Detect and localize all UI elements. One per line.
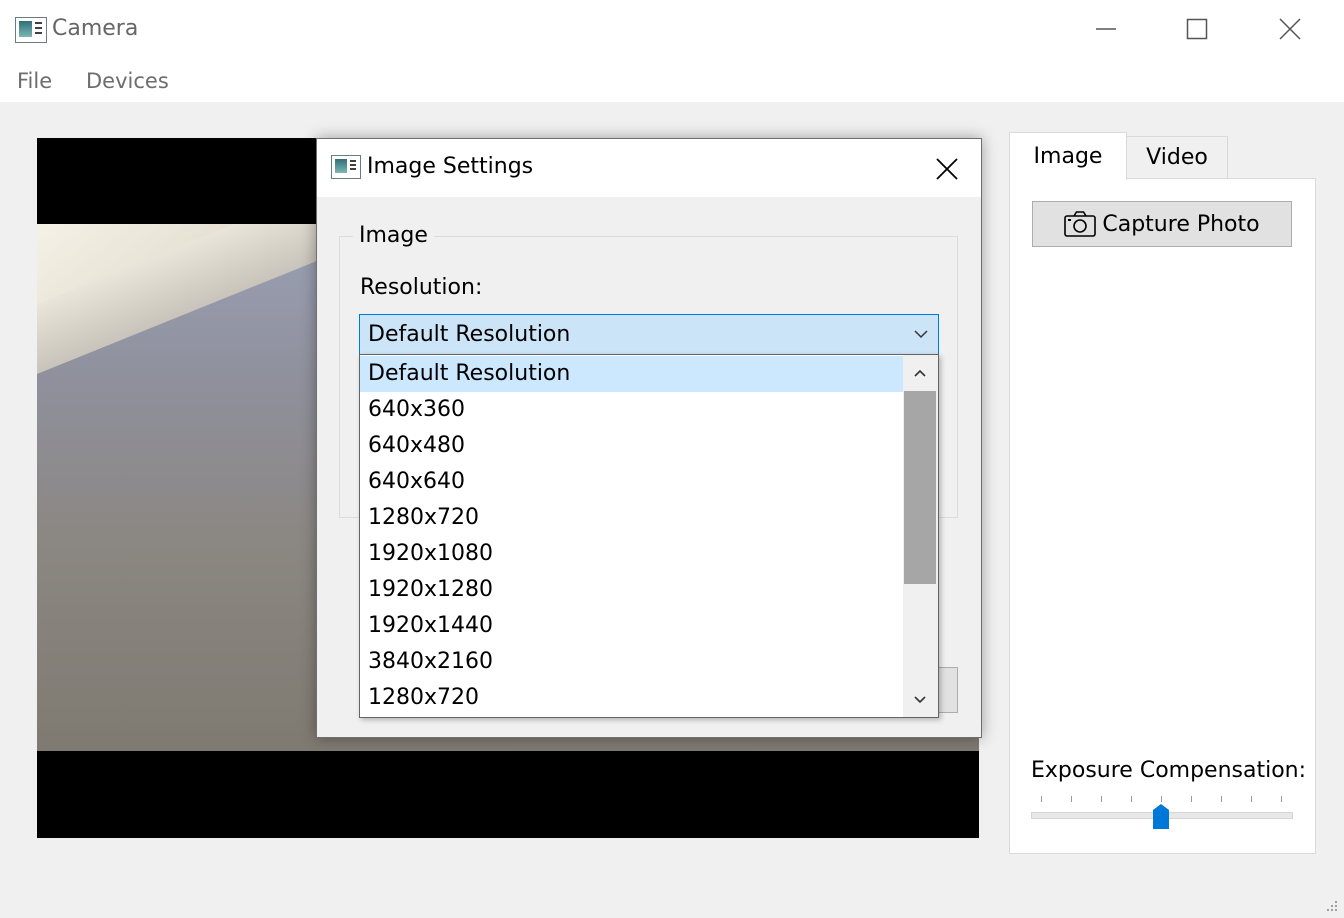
image-group-title: Image bbox=[353, 223, 434, 248]
resolution-option[interactable]: 640x480 bbox=[360, 428, 903, 464]
slider-tick bbox=[1071, 796, 1072, 802]
exposure-slider-thumb[interactable] bbox=[1153, 804, 1169, 829]
slider-tick bbox=[1041, 796, 1042, 802]
tab-video[interactable]: Video bbox=[1126, 136, 1228, 179]
close-icon bbox=[936, 158, 958, 180]
scrollbar-thumb[interactable] bbox=[904, 391, 936, 584]
resolution-current-value: Default Resolution bbox=[368, 322, 571, 347]
slider-tick bbox=[1221, 796, 1222, 802]
camera-app-icon bbox=[15, 17, 47, 43]
resolution-option[interactable]: 1920x1280 bbox=[360, 572, 903, 608]
resolution-combobox[interactable]: Default Resolution bbox=[359, 314, 939, 355]
slider-tick bbox=[1101, 796, 1102, 802]
dialog-title: Image Settings bbox=[367, 154, 534, 179]
minimize-icon bbox=[1096, 28, 1116, 30]
resolution-option[interactable]: 640x640 bbox=[360, 464, 903, 500]
scroll-up-icon[interactable] bbox=[913, 368, 927, 378]
slider-tick bbox=[1131, 796, 1132, 802]
image-tab-panel bbox=[1009, 178, 1316, 854]
menu-file[interactable]: File bbox=[17, 69, 52, 93]
minimize-button[interactable] bbox=[1083, 12, 1129, 46]
dialog-close-button[interactable] bbox=[929, 152, 965, 186]
capture-photo-button[interactable]: Capture Photo bbox=[1032, 201, 1292, 247]
title-bar: Camera bbox=[0, 0, 1344, 60]
window-title: Camera bbox=[52, 16, 139, 41]
resolution-option[interactable]: 1920x1440 bbox=[360, 608, 903, 644]
close-icon bbox=[1279, 18, 1301, 40]
resolution-label: Resolution: bbox=[360, 275, 483, 300]
resolution-dropdown-list: Default Resolution 640x360 640x480 640x640 1… bbox=[359, 354, 939, 718]
close-window-button[interactable] bbox=[1267, 12, 1313, 46]
slider-tick bbox=[1161, 796, 1162, 802]
menu-bar: File Devices bbox=[0, 60, 1344, 102]
chevron-down-icon bbox=[914, 330, 928, 339]
resolution-option[interactable]: 1280x720 bbox=[360, 680, 903, 716]
resolution-option[interactable]: 1280x720 bbox=[360, 500, 903, 536]
tab-image[interactable]: Image bbox=[1009, 132, 1127, 180]
dialog-title-bar: Image Settings bbox=[317, 139, 981, 197]
dropdown-scrollbar[interactable] bbox=[903, 355, 938, 717]
dialog-app-icon bbox=[331, 155, 361, 179]
exposure-compensation-label: Exposure Compensation: bbox=[1031, 758, 1307, 783]
maximize-icon bbox=[1186, 18, 1208, 40]
capture-photo-label: Capture Photo bbox=[1102, 211, 1260, 237]
slider-tick bbox=[1251, 796, 1252, 802]
scroll-down-icon[interactable] bbox=[913, 695, 927, 705]
resolution-option[interactable]: Default Resolution bbox=[360, 356, 903, 392]
resolution-option[interactable]: 640x360 bbox=[360, 392, 903, 428]
resize-grip-icon[interactable] bbox=[1324, 898, 1338, 912]
camera-icon bbox=[1064, 211, 1097, 237]
slider-tick bbox=[1281, 796, 1282, 802]
slider-tick bbox=[1191, 796, 1192, 802]
resolution-option[interactable]: 3840x2160 bbox=[360, 644, 903, 680]
menu-devices[interactable]: Devices bbox=[86, 69, 169, 93]
resolution-option[interactable]: 1920x1080 bbox=[360, 536, 903, 572]
maximize-button[interactable] bbox=[1174, 12, 1220, 46]
